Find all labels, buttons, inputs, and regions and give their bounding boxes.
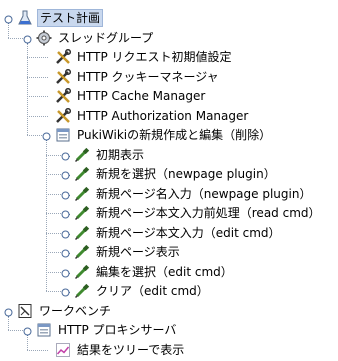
- controller-window-icon: [55, 127, 71, 143]
- sampler-pipette-icon: [74, 283, 90, 299]
- tree-node-label[interactable]: クリア（edit cmd）: [94, 282, 211, 300]
- tree-expanded-handle-icon[interactable]: [4, 13, 13, 24]
- tree-node-label[interactable]: 新規ページ表示: [94, 243, 182, 261]
- tree-guide-line: [27, 115, 48, 117]
- tree-node[interactable]: HTTP Authorization Manager: [55, 106, 250, 126]
- sampler-pipette-icon: [74, 264, 90, 280]
- tree-node-label[interactable]: 新規ページ本文入力前処理（read cmd）: [94, 204, 323, 222]
- tree-node-label[interactable]: 編集を選択（edit cmd）: [94, 263, 235, 281]
- tree-expanded-handle-icon[interactable]: [23, 325, 32, 336]
- tree-node[interactable]: テスト計画: [17, 8, 104, 28]
- tree-guide-line: [27, 76, 48, 78]
- tree-node[interactable]: HTTP プロキシサーバ: [36, 320, 178, 340]
- tree-node[interactable]: 初期表示: [74, 145, 146, 165]
- tree-node[interactable]: 編集を選択（edit cmd）: [74, 262, 235, 282]
- tree-node[interactable]: クリア（edit cmd）: [74, 281, 211, 301]
- tree-collapsed-handle-icon[interactable]: [61, 189, 70, 199]
- tree-node[interactable]: PukiWikiの新規作成と編集（削除）: [55, 125, 273, 145]
- config-tools-icon: [55, 68, 72, 85]
- tree-guide-line: [27, 57, 48, 58]
- tree-node[interactable]: HTTP リクエスト初期値設定: [55, 47, 234, 67]
- tree-node-label[interactable]: テスト計画: [37, 9, 104, 27]
- tree-collapsed-handle-icon[interactable]: [61, 169, 70, 180]
- tree-node[interactable]: 新規ページ本文入力前処理（read cmd）: [74, 203, 323, 223]
- tree-collapsed-handle-icon[interactable]: [61, 208, 70, 219]
- tree-expanded-handle-icon[interactable]: [4, 306, 13, 317]
- sampler-pipette-icon: [74, 186, 90, 202]
- workbench-notepad-icon: [17, 303, 33, 319]
- tree-expanded-handle-icon[interactable]: [42, 130, 51, 141]
- tree-node-label[interactable]: HTTP リクエスト初期値設定: [75, 48, 234, 66]
- tree-expanded-handle-icon[interactable]: [23, 33, 32, 44]
- tree-node[interactable]: スレッドグループ: [36, 28, 155, 48]
- sampler-pipette-icon: [74, 166, 90, 182]
- sampler-pipette-icon: [74, 225, 90, 241]
- tree-collapsed-handle-icon[interactable]: [61, 286, 70, 297]
- test-plan-flask-icon: [17, 10, 33, 26]
- tree-node[interactable]: 新規ページ名入力（newpage plugin）: [74, 184, 313, 204]
- config-tools-icon: [55, 48, 72, 65]
- test-plan-tree[interactable]: テスト計画スレッドグループ HTTP リクエスト初期値設定 HTTP クッキーマネー…: [0, 0, 338, 357]
- config-tools-icon: [55, 87, 72, 104]
- tree-node[interactable]: 新規ページ表示: [74, 242, 182, 262]
- tree-node[interactable]: 新規ページ本文入力（edit cmd）: [74, 223, 283, 243]
- tree-collapsed-handle-icon[interactable]: [61, 150, 70, 160]
- tree-node[interactable]: 結果をツリーで表示: [55, 340, 186, 360]
- tree-node[interactable]: ワークベンチ: [17, 301, 113, 321]
- tree-guide-line: [27, 37, 28, 135]
- tree-node-label[interactable]: HTTP Cache Manager: [75, 87, 207, 105]
- tree-node-label[interactable]: 初期表示: [94, 146, 146, 164]
- tree-node-label[interactable]: 結果をツリーで表示: [75, 341, 186, 359]
- config-tools-icon: [55, 107, 72, 124]
- listener-graph-icon: [55, 342, 71, 358]
- sampler-pipette-icon: [74, 205, 90, 221]
- tree-node-label[interactable]: PukiWikiの新規作成と編集（削除）: [75, 126, 273, 144]
- tree-node-label[interactable]: HTTP プロキシサーバ: [56, 321, 178, 339]
- tree-guide-line: [27, 349, 48, 351]
- tree-collapsed-handle-icon[interactable]: [61, 247, 70, 258]
- controller-window-icon: [36, 322, 52, 338]
- tree-node[interactable]: HTTP Cache Manager: [55, 86, 207, 106]
- tree-node-label[interactable]: 新規ページ名入力（newpage plugin）: [94, 185, 313, 203]
- tree-node[interactable]: 新規を選択（newpage plugin）: [74, 164, 278, 184]
- tree-node-label[interactable]: 新規を選択（newpage plugin）: [94, 165, 278, 183]
- tree-node-label[interactable]: HTTP クッキーマネージャ: [75, 68, 221, 86]
- tree-node-label[interactable]: ワークベンチ: [37, 302, 113, 320]
- tree-collapsed-handle-icon[interactable]: [61, 228, 70, 238]
- tree-node-label[interactable]: 新規ページ本文入力（edit cmd）: [94, 224, 283, 242]
- sampler-pipette-icon: [74, 244, 90, 260]
- sampler-pipette-icon: [74, 147, 90, 163]
- tree-node[interactable]: HTTP クッキーマネージャ: [55, 67, 221, 87]
- tree-collapsed-handle-icon[interactable]: [61, 267, 70, 277]
- tree-node-label[interactable]: スレッドグループ: [56, 29, 155, 47]
- tree-node-label[interactable]: HTTP Authorization Manager: [75, 107, 250, 125]
- tree-guide-line: [27, 96, 48, 97]
- thread-group-gear-icon: [36, 30, 52, 46]
